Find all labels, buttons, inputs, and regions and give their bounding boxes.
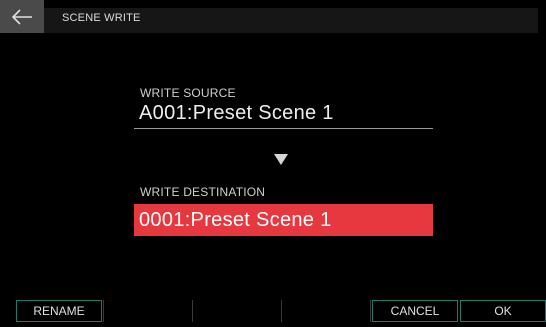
arrow-left-icon xyxy=(11,8,32,25)
rename-button[interactable]: RENAME xyxy=(16,300,102,322)
back-button[interactable] xyxy=(0,0,44,33)
write-destination-value: 0001:Preset Scene 1 xyxy=(139,209,332,231)
write-destination-label: WRITE DESTINATION xyxy=(140,185,266,199)
function-divider xyxy=(370,300,371,322)
write-source-label: WRITE SOURCE xyxy=(140,86,236,100)
ok-button[interactable]: OK xyxy=(460,300,546,322)
cancel-button[interactable]: CANCEL xyxy=(372,300,458,322)
function-divider xyxy=(103,300,104,322)
write-source-value[interactable]: A001:Preset Scene 1 xyxy=(139,102,334,125)
header-bar: SCENE WRITE xyxy=(9,8,538,33)
function-divider xyxy=(281,300,282,322)
write-source-underline xyxy=(134,128,433,129)
function-button-bar: RENAME CANCEL OK xyxy=(16,300,546,322)
page-title: SCENE WRITE xyxy=(62,12,141,24)
function-divider xyxy=(192,300,193,322)
write-destination-field[interactable]: 0001:Preset Scene 1 xyxy=(134,204,433,236)
triangle-down-icon xyxy=(274,154,288,165)
